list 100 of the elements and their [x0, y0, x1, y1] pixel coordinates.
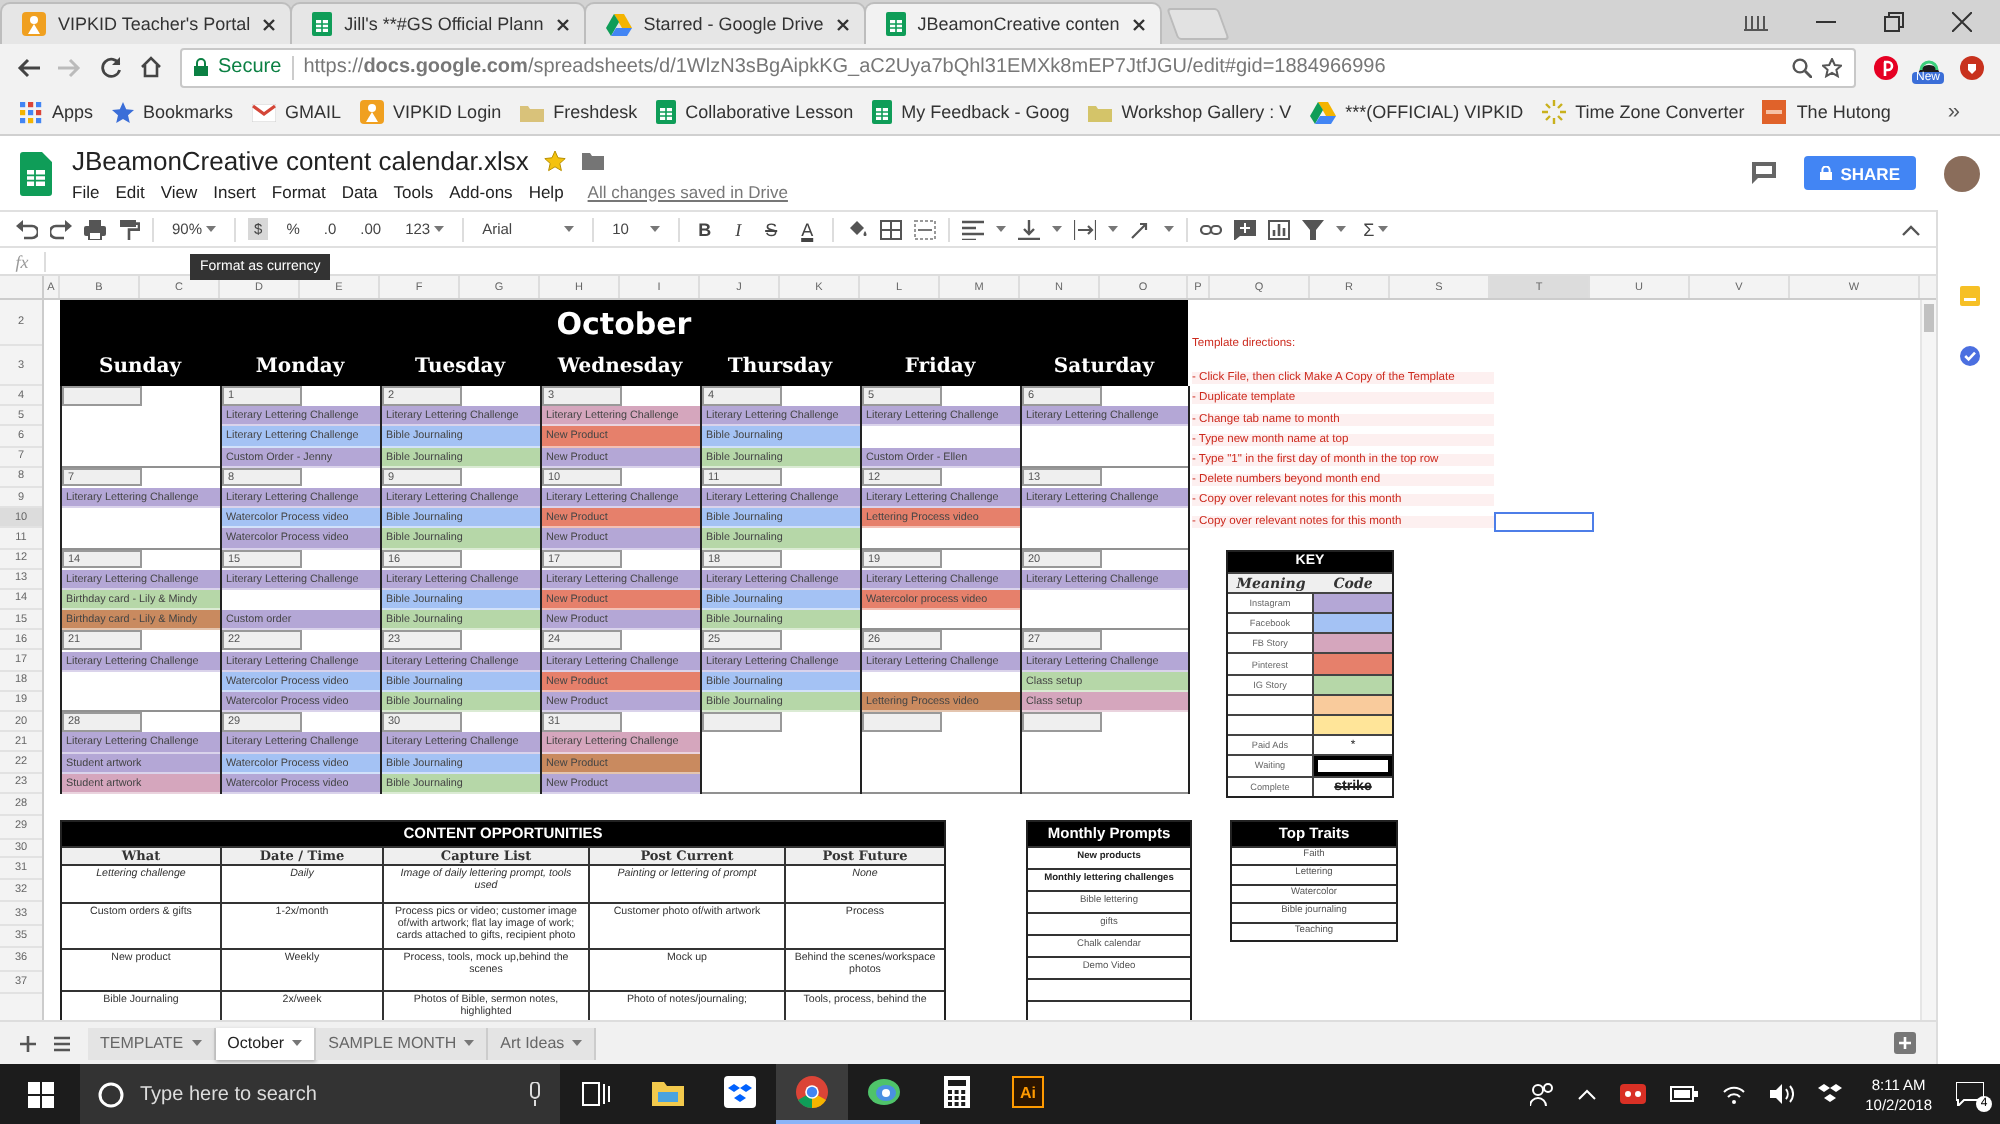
save-status[interactable]: All changes saved in Drive [587, 181, 788, 201]
taskbar-app[interactable]: Ai [992, 1064, 1064, 1124]
search-box[interactable]: Type here to search [80, 1064, 560, 1124]
sheet-tab[interactable]: TEMPLATE [88, 1027, 216, 1059]
shield-icon[interactable] [1960, 55, 1984, 79]
redo-icon[interactable] [50, 219, 72, 239]
notification-icon[interactable] [1956, 1082, 1984, 1106]
menu-icon[interactable] [54, 1035, 70, 1051]
date-cell [862, 712, 942, 732]
document-title[interactable]: JBeamonCreative content calendar.xlsx [72, 145, 529, 175]
print-icon[interactable] [84, 219, 106, 239]
bookmark[interactable]: Apps [20, 101, 94, 123]
folder-icon [519, 103, 544, 121]
close-icon[interactable] [555, 17, 570, 31]
bookmark[interactable]: Time Zone Converter [1541, 100, 1745, 124]
reload-icon[interactable] [100, 56, 122, 78]
merge-icon[interactable] [913, 219, 936, 239]
fill-color-icon[interactable] [845, 219, 868, 239]
text-style-button[interactable]: A [795, 217, 820, 241]
browser-tab[interactable]: JBeamonCreative conten [863, 2, 1162, 44]
bookmark[interactable]: Workshop Gallery : V [1087, 102, 1292, 122]
outlined-cell [1314, 756, 1392, 776]
menu-item[interactable]: Add-ons [449, 181, 513, 201]
text-style-button[interactable]: B [692, 217, 718, 241]
chart-icon[interactable] [1267, 219, 1290, 239]
filter-icon[interactable] [1301, 219, 1324, 239]
chevron-up-icon[interactable] [1577, 1088, 1596, 1100]
menu-item[interactable]: Format [271, 181, 326, 201]
menu-item[interactable]: Help [528, 181, 564, 201]
close-icon[interactable] [835, 17, 850, 31]
dropbox-icon[interactable] [1817, 1084, 1842, 1104]
borders-icon[interactable] [879, 219, 902, 239]
close-icon[interactable] [1952, 12, 1972, 32]
bookmark[interactable]: Collaborative Lesson [655, 100, 854, 124]
functions-dropdown[interactable]: Σ [1357, 217, 1395, 241]
windows-icon[interactable] [27, 1081, 53, 1107]
menu-item[interactable]: File [72, 181, 100, 201]
avatar[interactable] [1944, 155, 1980, 191]
vertical-align-icon[interactable] [1017, 219, 1040, 239]
cell-cursor[interactable] [1494, 511, 1594, 532]
sheet-tab[interactable]: October [215, 1027, 317, 1059]
sheet-tab[interactable]: Art Ideas [488, 1027, 597, 1059]
bookmark[interactable]: ***(OFFICIAL) VIPKID [1309, 101, 1524, 123]
add-sheet-icon[interactable] [20, 1035, 36, 1051]
volume-icon[interactable] [1769, 1084, 1794, 1104]
gamepad-icon[interactable] [1619, 1084, 1646, 1104]
scrollbar-thumb[interactable] [1924, 304, 1934, 332]
menu-item[interactable]: Edit [115, 181, 145, 201]
caret-icon [464, 1040, 475, 1046]
more-bookmarks[interactable]: » [1947, 100, 1980, 124]
back-icon[interactable] [16, 57, 40, 77]
bookmark[interactable]: GMAIL [251, 102, 342, 122]
address-bar[interactable]: Secure https://docs.google.com/spreadsheets/d/1WlzN3sBgAipkKG_aC2Uya7bQhl31EMXk8mEP7JtfJGU/edit#gid=1884966996 [180, 47, 1856, 87]
star-icon[interactable] [544, 149, 567, 171]
comment-icon[interactable] [1752, 162, 1777, 184]
text-style-button[interactable]: S [759, 217, 784, 241]
battery-icon[interactable] [1669, 1086, 1698, 1102]
bookmark[interactable]: VIPKID Login [359, 100, 502, 124]
zoom-icon[interactable] [1792, 57, 1812, 77]
pin-icon[interactable] [1874, 55, 1898, 79]
restore-icon[interactable] [1884, 12, 1904, 32]
search-field[interactable]: Type here to search [140, 1083, 512, 1105]
home-icon[interactable] [140, 56, 162, 78]
rotate-icon[interactable] [1129, 219, 1152, 239]
people-icon[interactable] [1529, 1082, 1554, 1106]
menu-item[interactable]: Data [341, 181, 378, 201]
close-icon[interactable] [262, 17, 277, 31]
menu-item[interactable]: Insert [213, 181, 256, 201]
bookmark[interactable]: My Feedback - Goog [871, 100, 1070, 124]
wifi-icon[interactable] [1721, 1084, 1746, 1104]
close-icon[interactable] [1131, 17, 1146, 31]
sheet-tab[interactable]: SAMPLE MONTH [316, 1027, 489, 1059]
link-icon[interactable] [1199, 219, 1222, 239]
paint-roller-icon[interactable] [118, 219, 140, 239]
bars-icon[interactable] [1744, 13, 1768, 31]
bookmark[interactable]: Freshdesk [519, 102, 638, 122]
menu-item[interactable]: Tools [393, 181, 434, 201]
browser-tab[interactable]: Starred - Google Drive [583, 2, 866, 44]
menu-item[interactable]: View [160, 181, 198, 201]
align-icon[interactable] [961, 219, 984, 239]
comment-add-icon[interactable] [1233, 219, 1256, 239]
task-view-icon[interactable] [582, 1082, 610, 1106]
bookmark[interactable]: The Hutong [1762, 100, 1891, 124]
explore-icon[interactable] [1894, 1032, 1916, 1054]
sheets-logo-icon[interactable] [20, 151, 52, 195]
star-outline-icon[interactable] [1822, 57, 1842, 77]
tasks-icon[interactable] [1959, 346, 1979, 366]
text-style-button[interactable]: I [729, 217, 748, 241]
bookmark[interactable]: Bookmarks [111, 101, 234, 123]
wrap-icon[interactable] [1073, 219, 1096, 239]
taskbar-app[interactable] [776, 1064, 848, 1124]
weekday-header: Wednesday [555, 353, 685, 381]
browser-tab[interactable]: Jill's **#GS Official Plann [290, 2, 586, 44]
spreadsheet-icon [655, 100, 676, 124]
share-button[interactable]: SHARE [1804, 156, 1916, 190]
collapse-icon[interactable] [1902, 223, 1920, 235]
undo-icon[interactable] [16, 219, 38, 239]
folder-icon[interactable] [582, 151, 605, 169]
spreadsheet-icon [871, 100, 892, 124]
browser-tab[interactable]: VIPKID Teacher's Portal [0, 2, 293, 44]
